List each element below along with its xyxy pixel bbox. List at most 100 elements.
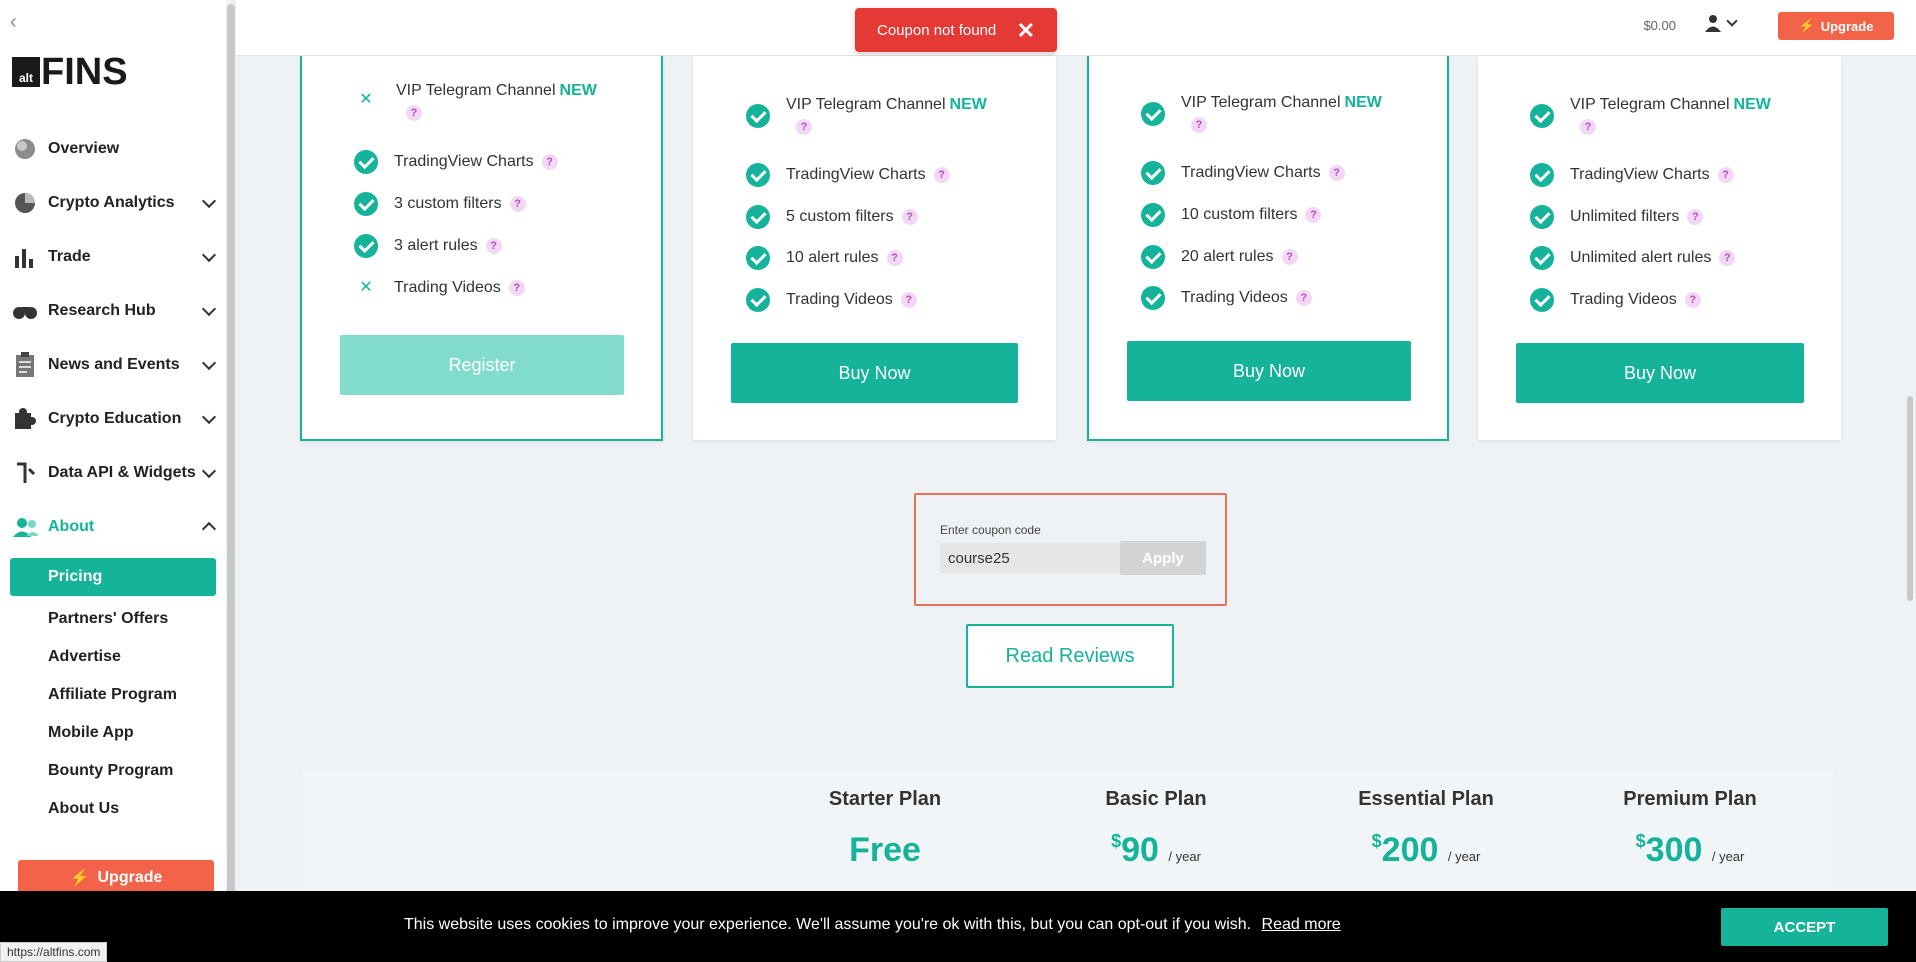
sidebar-subitem-bounty-program[interactable]: Bounty Program [0, 752, 226, 790]
help-icon[interactable]: ? [1687, 209, 1704, 225]
currency-symbol: $ [1371, 831, 1382, 851]
sidebar-item-overview[interactable]: Overview [0, 122, 226, 176]
plan-card-premium: VIP Telegram Channel NEW ? TradingView Ch… [1478, 56, 1841, 440]
feature-label: Trading Videos [1570, 291, 1677, 308]
sidebar-item-label: Crypto Analytics [48, 194, 175, 211]
help-icon[interactable]: ? [1717, 167, 1734, 183]
upgrade-label: Upgrade [1820, 18, 1874, 34]
logo-fins: FINS [41, 51, 128, 93]
feature-label: 3 alert rules [394, 237, 478, 254]
logo-alt: alt [12, 57, 40, 87]
user-icon [1705, 15, 1721, 32]
bar-chart-icon [12, 244, 38, 270]
help-icon[interactable]: ? [509, 196, 526, 212]
help-icon[interactable]: ? [933, 167, 950, 183]
price-value: 200 [1381, 831, 1439, 869]
altfins-logo[interactable]: alt FINS [12, 51, 128, 93]
feature-alerts: 10 alert rules ? [746, 246, 903, 270]
read-more-link[interactable]: Read more [1262, 916, 1341, 933]
plan-price: $90 / year [1056, 831, 1256, 870]
user-menu[interactable] [1704, 14, 1738, 32]
close-icon[interactable]: ✕ [1017, 18, 1035, 44]
check-icon [1530, 163, 1554, 187]
help-icon[interactable]: ? [1305, 207, 1322, 223]
feature-label: VIP Telegram Channel [1181, 94, 1341, 111]
check-icon [746, 246, 770, 270]
check-icon [354, 234, 378, 258]
buy-now-button[interactable]: Buy Now [1516, 343, 1804, 403]
top-bar: $0.00 ⚡ Upgrade [236, 0, 1916, 56]
sidebar-subitem-affiliate-program[interactable]: Affiliate Program [0, 676, 226, 714]
page-scrollbar[interactable] [1904, 56, 1916, 891]
sidebar-item-label: Research Hub [48, 302, 156, 319]
sidebar-subitem-advertise[interactable]: Advertise [0, 638, 226, 676]
feature-label: TradingView Charts [1570, 166, 1710, 183]
status-url: https://altfins.com [0, 942, 108, 962]
help-icon[interactable]: ? [900, 292, 917, 308]
sidebar-item-about[interactable]: About [0, 500, 226, 554]
help-icon[interactable]: ? [1684, 292, 1701, 308]
register-button[interactable]: Register [340, 335, 624, 395]
lightning-icon: ⚡ [1798, 18, 1815, 33]
help-icon[interactable]: ? [886, 250, 903, 266]
topbar-upgrade-button[interactable]: ⚡ Upgrade [1778, 12, 1894, 40]
plan-card-essential: VIP Telegram Channel NEW ? TradingView Ch… [1087, 56, 1449, 441]
buy-now-button[interactable]: Buy Now [731, 343, 1018, 403]
check-icon [354, 192, 378, 216]
help-icon[interactable]: ? [796, 118, 812, 135]
sidebar-scrollbar[interactable] [226, 0, 236, 962]
help-icon[interactable]: ? [1719, 250, 1736, 266]
accept-cookies-button[interactable]: ACCEPT [1721, 908, 1888, 946]
sidebar-item-label: Overview [48, 140, 120, 157]
buy-now-button[interactable]: Buy Now [1127, 341, 1411, 401]
feature-label: TradingView Charts [394, 153, 534, 170]
help-icon[interactable]: ? [1295, 290, 1312, 306]
help-icon[interactable]: ? [1281, 249, 1298, 265]
plan-name: Starter Plan [828, 788, 942, 810]
check-icon [746, 104, 770, 128]
plan-col-essential: Essential Plan $200 / year [1326, 788, 1526, 870]
feature-filters: 5 custom filters ? [746, 205, 918, 229]
feature-alerts: 20 alert rules ? [1141, 245, 1298, 269]
plan-name: Basic Plan [1105, 788, 1207, 810]
help-icon[interactable]: ? [1580, 118, 1596, 135]
help-icon[interactable]: ? [901, 209, 918, 225]
feature-label: VIP Telegram Channel [786, 96, 946, 113]
sidebar-item-data-api[interactable]: Data API & Widgets [0, 446, 226, 500]
help-icon[interactable]: ? [485, 238, 502, 254]
apply-button[interactable]: Apply [1120, 541, 1206, 575]
sidebar-item-trade[interactable]: Trade [0, 230, 226, 284]
check-icon [1141, 203, 1165, 227]
currency-symbol: $ [1635, 831, 1646, 851]
collapse-sidebar-icon[interactable]: ‹ [10, 12, 30, 32]
help-icon[interactable]: ? [1191, 116, 1207, 133]
new-badge: NEW [1733, 96, 1771, 113]
check-icon [746, 163, 770, 187]
coupon-input[interactable] [940, 543, 1120, 573]
feature-vip-telegram: VIP Telegram Channel NEW ? [1141, 92, 1421, 136]
feature-label: 5 custom filters [786, 208, 894, 225]
feature-vip-telegram: ✕ VIP Telegram Channel NEW ? [354, 80, 626, 124]
error-toast: Coupon not found ✕ [855, 8, 1057, 52]
feature-tradingview: TradingView Charts ? [1530, 163, 1734, 187]
feature-tradingview: TradingView Charts ? [354, 150, 558, 174]
help-icon[interactable]: ? [541, 154, 558, 170]
sidebar-item-research-hub[interactable]: Research Hub [0, 284, 226, 338]
sidebar-subitem-partners-offers[interactable]: Partners' Offers [0, 600, 226, 638]
check-icon [1141, 102, 1165, 126]
plan-price: $200 / year [1326, 831, 1526, 870]
sidebar-subitem-mobile-app[interactable]: Mobile App [0, 714, 226, 752]
feature-tradingview: TradingView Charts ? [1141, 161, 1345, 185]
sidebar-item-crypto-analytics[interactable]: Crypto Analytics [0, 176, 226, 230]
read-reviews-button[interactable]: Read Reviews [966, 624, 1174, 688]
sidebar-item-news-events[interactable]: News and Events [0, 338, 226, 392]
help-icon[interactable]: ? [1328, 165, 1345, 181]
sidebar-item-label: About [48, 518, 95, 535]
sidebar-subitem-pricing[interactable]: Pricing [10, 558, 216, 596]
sidebar-subitem-about-us[interactable]: About Us [0, 790, 226, 828]
help-icon[interactable]: ? [508, 280, 525, 296]
help-icon[interactable]: ? [406, 104, 422, 121]
feature-label: 3 custom filters [394, 195, 502, 212]
sidebar-item-crypto-education[interactable]: Crypto Education [0, 392, 226, 446]
feature-vip-telegram: VIP Telegram Channel NEW ? [746, 94, 1026, 138]
